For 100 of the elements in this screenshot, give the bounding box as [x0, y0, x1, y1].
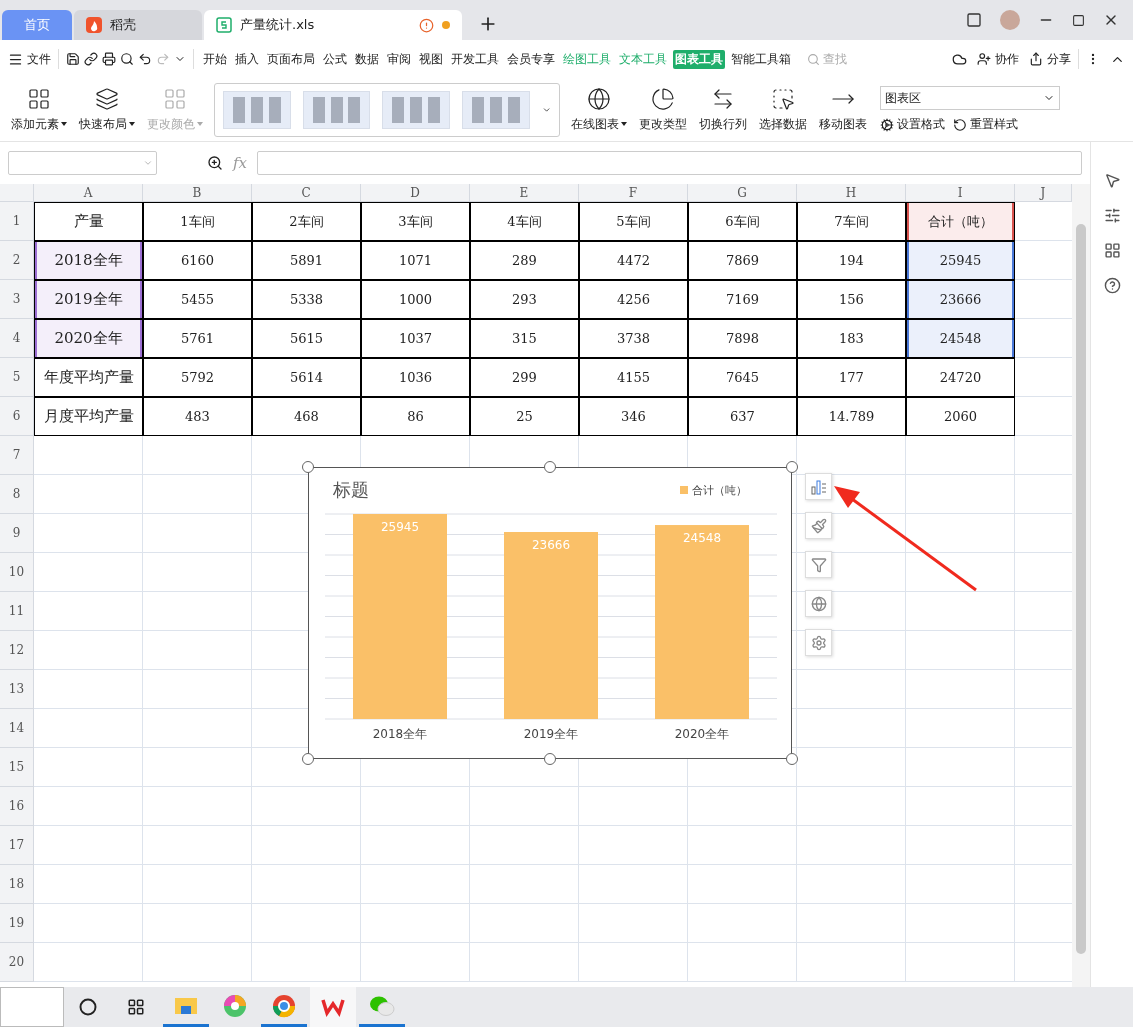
- resize-handle[interactable]: [302, 753, 314, 765]
- column-header[interactable]: A: [34, 184, 143, 202]
- row-header[interactable]: 1: [0, 202, 34, 241]
- column-header[interactable]: C: [252, 184, 361, 202]
- row-header[interactable]: 16: [0, 787, 34, 826]
- save-icon[interactable]: [66, 52, 80, 66]
- online-chart-button[interactable]: [805, 590, 832, 617]
- ribbon-button[interactable]: 在线图表: [566, 86, 632, 133]
- chart-frame[interactable]: 标题 合计（吨） 25945 2018全年 23666 2019全年 24548 2020全年: [308, 467, 792, 759]
- ribbon-button[interactable]: 切换行列: [694, 86, 752, 133]
- row-header[interactable]: 14: [0, 709, 34, 748]
- column-header[interactable]: H: [797, 184, 906, 202]
- filter-button[interactable]: [805, 551, 832, 578]
- link-icon[interactable]: [84, 52, 98, 66]
- column-header[interactable]: G: [688, 184, 797, 202]
- ribbon-tab[interactable]: 开始: [201, 49, 229, 69]
- row-header[interactable]: 5: [0, 358, 34, 397]
- formula-input[interactable]: [257, 151, 1082, 175]
- resize-handle[interactable]: [302, 461, 314, 473]
- ribbon-tab[interactable]: 智能工具箱: [729, 49, 793, 69]
- ribbon-tab[interactable]: 审阅: [385, 49, 413, 69]
- row-header[interactable]: 13: [0, 670, 34, 709]
- row-header[interactable]: 10: [0, 553, 34, 592]
- data-label: 25945: [380, 520, 420, 534]
- window-switch-icon[interactable]: [966, 12, 982, 28]
- settings-icon[interactable]: [1103, 207, 1121, 224]
- chart-element-select[interactable]: 图表区: [880, 86, 1060, 110]
- scrollbar-thumb[interactable]: [1076, 224, 1086, 954]
- ribbon-button[interactable]: 移动图表: [814, 86, 872, 133]
- chart-style-thumbnail[interactable]: [302, 90, 371, 129]
- row-header[interactable]: 7: [0, 436, 34, 475]
- row-header[interactable]: 4: [0, 319, 34, 358]
- table-cell: 299: [470, 358, 579, 397]
- table-cell: 25: [470, 397, 579, 436]
- file-tab[interactable]: 稻壳: [74, 10, 202, 40]
- row-header[interactable]: 19: [0, 904, 34, 943]
- chart-style-thumbnail[interactable]: [223, 90, 291, 129]
- row-header[interactable]: 20: [0, 943, 34, 982]
- row-header[interactable]: 3: [0, 280, 34, 319]
- zoom-icon[interactable]: [207, 155, 223, 171]
- table-cell: 24548: [906, 319, 1015, 358]
- undo-icon[interactable]: [138, 52, 152, 66]
- table-cell: 483: [143, 397, 252, 436]
- ribbon-button[interactable]: 选择数据: [754, 86, 812, 133]
- layout-icon[interactable]: [1103, 242, 1121, 259]
- task-view-icon[interactable]: [127, 998, 145, 1016]
- column-header[interactable]: J: [1015, 184, 1072, 202]
- settings-button[interactable]: [805, 629, 832, 656]
- toolbar-button[interactable]: 协作: [977, 50, 1019, 68]
- resize-handle[interactable]: [786, 753, 798, 765]
- column-header[interactable]: I: [906, 184, 1015, 202]
- cloud-icon[interactable]: [952, 51, 967, 67]
- row-header[interactable]: 9: [0, 514, 34, 553]
- ribbon-tab[interactable]: 视图: [417, 49, 445, 69]
- ribbon-tab[interactable]: 页面布局: [265, 49, 317, 69]
- cortana-icon[interactable]: [79, 998, 97, 1016]
- row-header[interactable]: 6: [0, 397, 34, 436]
- chart-style-thumbnail[interactable]: [382, 90, 451, 129]
- toolbar-button[interactable]: 分享: [1029, 50, 1071, 68]
- preview-icon[interactable]: [120, 52, 134, 66]
- ribbon-tab[interactable]: 插入: [233, 49, 261, 69]
- pointer-icon[interactable]: [1103, 172, 1121, 189]
- table-cell: 177: [797, 358, 906, 397]
- row-header[interactable]: 17: [0, 826, 34, 865]
- column-header[interactable]: F: [579, 184, 688, 202]
- ribbon-tab[interactable]: 会员专享: [505, 49, 557, 69]
- row-header[interactable]: 2: [0, 241, 34, 280]
- table-cell: 2018全年: [34, 241, 143, 280]
- ribbon-tab[interactable]: 公式: [321, 49, 349, 69]
- format-button[interactable]: 重置样式: [953, 116, 1018, 133]
- menu-icon[interactable]: [8, 51, 23, 67]
- ribbon-button[interactable]: 添加元素: [6, 86, 72, 133]
- table-cell: 5车间: [579, 202, 688, 241]
- row-header[interactable]: 11: [0, 592, 34, 631]
- maximize-icon[interactable]: [1072, 13, 1085, 27]
- brush-button[interactable]: [805, 512, 832, 539]
- chart-style-thumbnail[interactable]: [462, 90, 530, 129]
- ribbon-button[interactable]: 更改类型: [634, 86, 692, 133]
- file-tab[interactable]: 产量统计.xls: [204, 10, 462, 40]
- help-icon[interactable]: [1103, 277, 1121, 294]
- resize-handle[interactable]: [786, 461, 798, 473]
- row-header[interactable]: 12: [0, 631, 34, 670]
- row-header[interactable]: 18: [0, 865, 34, 904]
- format-button[interactable]: 设置格式: [880, 116, 945, 133]
- column-header[interactable]: B: [143, 184, 252, 202]
- row-header[interactable]: 15: [0, 748, 34, 787]
- column-header[interactable]: D: [361, 184, 470, 202]
- ribbon-tab[interactable]: 开发工具: [449, 49, 501, 69]
- table-cell: 1037: [361, 319, 470, 358]
- taskbar-app[interactable]: [310, 987, 356, 1027]
- search-icon: [807, 52, 820, 66]
- column-header[interactable]: E: [470, 184, 579, 202]
- resize-handle[interactable]: [544, 461, 556, 473]
- data-label: 23666: [531, 538, 571, 552]
- ribbon-tab[interactable]: 数据: [353, 49, 381, 69]
- file-menu[interactable]: 文件: [27, 50, 51, 68]
- row-header[interactable]: 8: [0, 475, 34, 514]
- filter-icon: [810, 556, 827, 573]
- ribbon-button[interactable]: 快速布局: [74, 86, 140, 133]
- print-icon[interactable]: [102, 52, 116, 66]
